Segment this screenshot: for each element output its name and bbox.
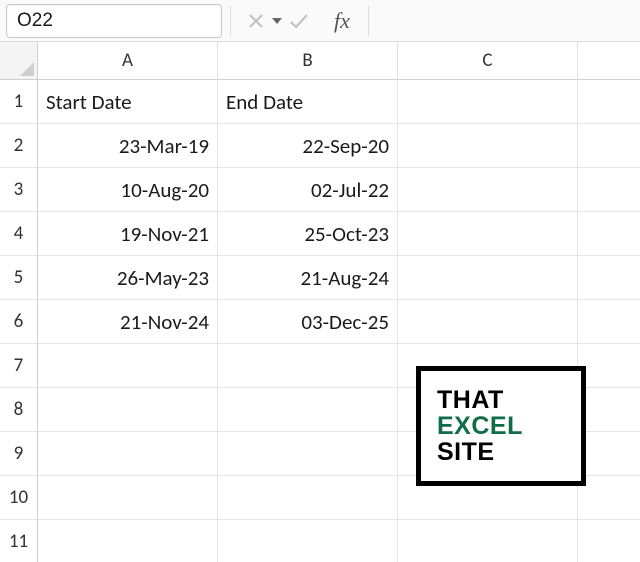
cell-D6[interactable] xyxy=(578,300,640,344)
cell-D10[interactable] xyxy=(578,476,640,520)
watermark-line2: EXCEL xyxy=(437,413,581,439)
cell-A1[interactable]: Start Date xyxy=(38,80,218,124)
cell-B11[interactable] xyxy=(218,520,398,562)
name-box[interactable] xyxy=(7,10,272,32)
row-header-10[interactable]: 10 xyxy=(0,476,38,520)
cell-C5[interactable] xyxy=(398,256,578,300)
cell-A9[interactable] xyxy=(38,432,218,476)
cell-B2[interactable]: 22-Sep-20 xyxy=(218,124,398,168)
column-header-row: A B C xyxy=(0,42,640,80)
cell-A6[interactable]: 21-Nov-24 xyxy=(38,300,218,344)
divider xyxy=(230,6,231,36)
watermark-line1: THAT xyxy=(437,387,581,413)
cell-B1[interactable]: End Date xyxy=(218,80,398,124)
table-row: 4 19-Nov-21 25-Oct-23 xyxy=(0,212,640,256)
cell-D11[interactable] xyxy=(578,520,640,562)
cancel-icon[interactable] xyxy=(239,5,273,37)
formula-bar: fx xyxy=(0,0,640,42)
cell-B7[interactable] xyxy=(218,344,398,388)
cell-D3[interactable] xyxy=(578,168,640,212)
cell-B4[interactable]: 25-Oct-23 xyxy=(218,212,398,256)
cell-B5[interactable]: 21-Aug-24 xyxy=(218,256,398,300)
cell-D4[interactable] xyxy=(578,212,640,256)
col-header-C[interactable]: C xyxy=(398,42,578,80)
table-row: 2 23-Mar-19 22-Sep-20 xyxy=(0,124,640,168)
table-row: 5 26-May-23 21-Aug-24 xyxy=(0,256,640,300)
divider xyxy=(368,6,369,36)
cell-D2[interactable] xyxy=(578,124,640,168)
cell-A3[interactable]: 10-Aug-20 xyxy=(38,168,218,212)
cell-D9[interactable] xyxy=(578,432,640,476)
cell-C3[interactable] xyxy=(398,168,578,212)
cell-A5[interactable]: 26-May-23 xyxy=(38,256,218,300)
cell-A2[interactable]: 23-Mar-19 xyxy=(38,124,218,168)
formula-input[interactable] xyxy=(377,10,634,32)
cell-B8[interactable] xyxy=(218,388,398,432)
select-all-corner[interactable] xyxy=(0,42,38,80)
col-header-B[interactable]: B xyxy=(218,42,398,80)
cell-A10[interactable] xyxy=(38,476,218,520)
cell-B10[interactable] xyxy=(218,476,398,520)
table-row: 3 10-Aug-20 02-Jul-22 xyxy=(0,168,640,212)
cell-C1[interactable] xyxy=(398,80,578,124)
cell-A11[interactable] xyxy=(38,520,218,562)
fx-icon[interactable]: fx xyxy=(324,8,360,34)
row-header-2[interactable]: 2 xyxy=(0,124,38,168)
row-header-1[interactable]: 1 xyxy=(0,80,38,124)
cell-D5[interactable] xyxy=(578,256,640,300)
row-header-5[interactable]: 5 xyxy=(0,256,38,300)
table-row: 1 Start Date End Date xyxy=(0,80,640,124)
cell-C4[interactable] xyxy=(398,212,578,256)
watermark-line3: SITE xyxy=(437,439,581,465)
row-header-11[interactable]: 11 xyxy=(0,520,38,562)
col-header-A[interactable]: A xyxy=(38,42,218,80)
cell-D8[interactable] xyxy=(578,388,640,432)
cell-C2[interactable] xyxy=(398,124,578,168)
cell-D7[interactable] xyxy=(578,344,640,388)
row-header-4[interactable]: 4 xyxy=(0,212,38,256)
row-header-3[interactable]: 3 xyxy=(0,168,38,212)
row-header-8[interactable]: 8 xyxy=(0,388,38,432)
enter-icon[interactable] xyxy=(281,5,315,37)
table-row: 11 xyxy=(0,520,640,562)
cell-B9[interactable] xyxy=(218,432,398,476)
cell-A7[interactable] xyxy=(38,344,218,388)
name-box-wrap xyxy=(6,4,222,38)
cell-B6[interactable]: 03-Dec-25 xyxy=(218,300,398,344)
col-header-D[interactable] xyxy=(578,42,640,80)
watermark-logo: THAT EXCEL SITE xyxy=(416,366,586,486)
cell-C6[interactable] xyxy=(398,300,578,344)
row-header-9[interactable]: 9 xyxy=(0,432,38,476)
cell-A8[interactable] xyxy=(38,388,218,432)
cell-B3[interactable]: 02-Jul-22 xyxy=(218,168,398,212)
cell-D1[interactable] xyxy=(578,80,640,124)
cell-A4[interactable]: 19-Nov-21 xyxy=(38,212,218,256)
row-header-7[interactable]: 7 xyxy=(0,344,38,388)
row-header-6[interactable]: 6 xyxy=(0,300,38,344)
cell-C11[interactable] xyxy=(398,520,578,562)
table-row: 6 21-Nov-24 03-Dec-25 xyxy=(0,300,640,344)
sheet-grid: A B C 1 Start Date End Date 2 23-Mar-19 … xyxy=(0,42,640,562)
